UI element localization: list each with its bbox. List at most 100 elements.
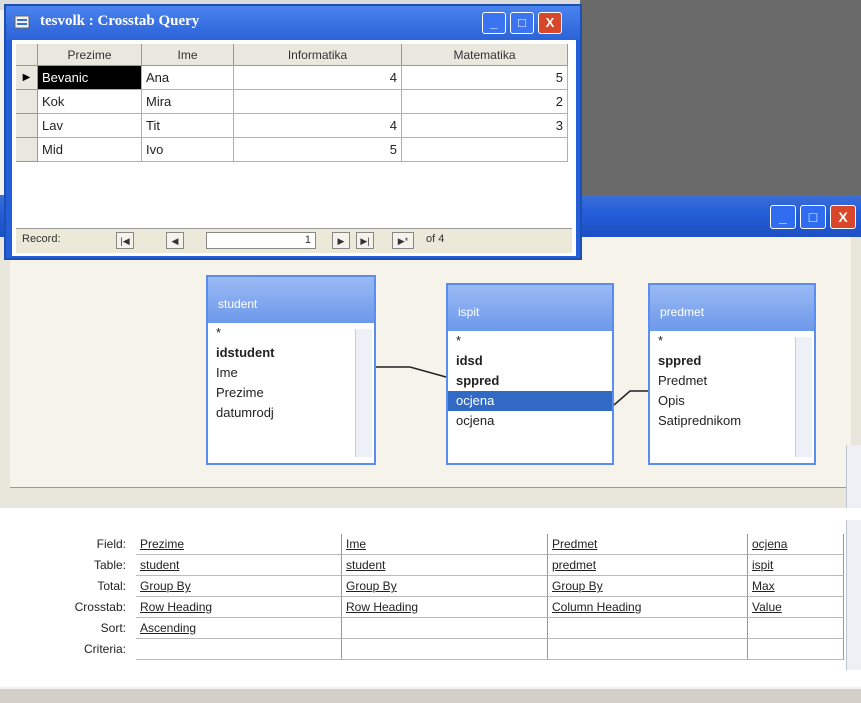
qbe-criteria-cell[interactable] bbox=[548, 639, 748, 660]
field-list-title[interactable]: predmet bbox=[650, 285, 814, 331]
first-record-button[interactable]: |◀ bbox=[116, 232, 134, 249]
pane-splitter[interactable] bbox=[0, 689, 861, 703]
crosstab-datasheet-window: tesvolk : Crosstab Query _ □ X Prezime I… bbox=[4, 4, 582, 260]
minimize-button[interactable]: _ bbox=[770, 205, 796, 229]
record-label: Record: bbox=[22, 233, 61, 245]
close-button[interactable]: X bbox=[538, 12, 562, 34]
field-item[interactable]: idstudent bbox=[208, 343, 374, 363]
qbe-crosstab-cell[interactable]: Value bbox=[748, 597, 844, 618]
field-item[interactable]: ocjena bbox=[448, 411, 612, 431]
datasheet-cell[interactable]: Kok bbox=[38, 90, 142, 114]
datasheet-cell[interactable]: Mira bbox=[142, 90, 234, 114]
qbe-table-cell[interactable]: ispit bbox=[748, 555, 844, 576]
qbe-row-label: Sort: bbox=[100, 621, 126, 635]
record-navigation-bar: Record: |◀ ◀ 1 ▶ ▶| ▶* of 4 bbox=[16, 228, 572, 253]
field-item[interactable]: Prezime bbox=[208, 383, 374, 403]
minimize-button[interactable]: _ bbox=[482, 12, 506, 34]
column-header[interactable]: Prezime bbox=[38, 44, 142, 66]
qbe-crosstab-cell[interactable]: Row Heading bbox=[342, 597, 548, 618]
qbe-row-label: Crosstab: bbox=[74, 600, 126, 614]
qbe-field-cell[interactable]: Prezime bbox=[136, 534, 342, 555]
field-item-selected[interactable]: ocjena bbox=[448, 391, 612, 411]
qbe-vertical-scrollbar[interactable] bbox=[846, 520, 861, 670]
field-item[interactable]: Satiprednikom bbox=[650, 411, 814, 431]
datasheet-cell[interactable]: Ana bbox=[142, 66, 234, 90]
qbe-crosstab-cell[interactable]: Row Heading bbox=[136, 597, 342, 618]
datasheet-cell[interactable] bbox=[234, 90, 402, 114]
field-item[interactable]: Ime bbox=[208, 363, 374, 383]
crosstab-window-title: tesvolk : Crosstab Query bbox=[40, 13, 200, 29]
datasheet-cell[interactable]: 3 bbox=[402, 114, 568, 138]
record-selector[interactable] bbox=[16, 114, 38, 138]
current-record-input[interactable]: 1 bbox=[206, 232, 316, 249]
query-icon bbox=[14, 15, 30, 29]
qbe-sort-cell[interactable] bbox=[342, 618, 548, 639]
qbe-sort-cell[interactable] bbox=[748, 618, 844, 639]
qbe-field-cell[interactable]: Ime bbox=[342, 534, 548, 555]
datasheet-cell[interactable]: 4 bbox=[234, 66, 402, 90]
qbe-total-cell[interactable]: Group By bbox=[548, 576, 748, 597]
qbe-row-label: Total: bbox=[97, 579, 126, 593]
datasheet-cell[interactable]: 2 bbox=[402, 90, 568, 114]
qbe-field-cell[interactable]: Predmet bbox=[548, 534, 748, 555]
next-record-button[interactable]: ▶ bbox=[332, 232, 350, 249]
datasheet-cell[interactable]: 4 bbox=[234, 114, 402, 138]
field-item[interactable]: * bbox=[448, 331, 612, 351]
qbe-sort-cell[interactable]: Ascending bbox=[136, 618, 342, 639]
qbe-row-label: Field: bbox=[96, 537, 126, 551]
record-count: of 4 bbox=[426, 233, 445, 245]
qbe-total-cell[interactable]: Max bbox=[748, 576, 844, 597]
field-list-predmet[interactable]: predmet * sppred Predmet Opis Satipredni… bbox=[648, 283, 816, 465]
datasheet-cell[interactable]: Lav bbox=[38, 114, 142, 138]
field-item[interactable]: Opis bbox=[650, 391, 814, 411]
qbe-table-cell[interactable]: student bbox=[342, 555, 548, 576]
column-header[interactable]: Informatika bbox=[234, 44, 402, 66]
field-item[interactable]: sppred bbox=[650, 351, 814, 371]
record-selector[interactable] bbox=[16, 90, 38, 114]
field-list-ispit[interactable]: ispit * idsd sppred ocjena ocjena bbox=[446, 283, 614, 465]
qbe-criteria-cell[interactable] bbox=[136, 639, 342, 660]
qbe-criteria-cell[interactable] bbox=[342, 639, 548, 660]
datasheet-cell[interactable]: Bevanic bbox=[38, 66, 142, 90]
qbe-total-cell[interactable]: Group By bbox=[342, 576, 548, 597]
datasheet-cell[interactable] bbox=[402, 138, 568, 162]
qbe-row-label: Criteria: bbox=[83, 642, 126, 656]
field-list-title[interactable]: student bbox=[208, 277, 374, 323]
qbe-table-cell[interactable]: student bbox=[136, 555, 342, 576]
select-all-corner[interactable] bbox=[16, 44, 38, 66]
datasheet-cell[interactable]: 5 bbox=[402, 66, 568, 90]
field-item[interactable]: sppred bbox=[448, 371, 612, 391]
datasheet-cell[interactable]: 5 bbox=[234, 138, 402, 162]
record-selector[interactable] bbox=[16, 138, 38, 162]
app-workspace-background bbox=[580, 0, 861, 195]
field-list-scrollbar[interactable] bbox=[795, 337, 812, 457]
qbe-row-label: Table: bbox=[93, 558, 126, 572]
field-item[interactable]: idsd bbox=[448, 351, 612, 371]
maximize-button[interactable]: □ bbox=[800, 205, 826, 229]
close-button[interactable]: X bbox=[830, 205, 856, 229]
field-item[interactable]: * bbox=[208, 323, 374, 343]
datasheet-cell[interactable]: Ivo bbox=[142, 138, 234, 162]
qbe-field-cell[interactable]: ocjena bbox=[748, 534, 844, 555]
qbe-total-cell[interactable]: Group By bbox=[136, 576, 342, 597]
field-list-title[interactable]: ispit bbox=[448, 285, 612, 331]
record-selector[interactable]: ▶ bbox=[16, 66, 38, 90]
column-header[interactable]: Matematika bbox=[402, 44, 568, 66]
qbe-criteria-cell[interactable] bbox=[748, 639, 844, 660]
field-item[interactable]: * bbox=[650, 331, 814, 351]
previous-record-button[interactable]: ◀ bbox=[166, 232, 184, 249]
new-record-button[interactable]: ▶* bbox=[392, 232, 414, 249]
qbe-crosstab-cell[interactable]: Column Heading bbox=[548, 597, 748, 618]
field-list-scrollbar[interactable] bbox=[355, 329, 372, 457]
datasheet-cell[interactable]: Mid bbox=[38, 138, 142, 162]
crosstab-window-titlebar[interactable]: tesvolk : Crosstab Query _ □ X bbox=[6, 6, 580, 40]
field-item[interactable]: datumrodj bbox=[208, 403, 374, 423]
last-record-button[interactable]: ▶| bbox=[356, 232, 374, 249]
qbe-sort-cell[interactable] bbox=[548, 618, 748, 639]
column-header[interactable]: Ime bbox=[142, 44, 234, 66]
field-item[interactable]: Predmet bbox=[650, 371, 814, 391]
field-list-student[interactable]: student * idstudent Ime Prezime datumrod… bbox=[206, 275, 376, 465]
maximize-button[interactable]: □ bbox=[510, 12, 534, 34]
datasheet-cell[interactable]: Tit bbox=[142, 114, 234, 138]
qbe-table-cell[interactable]: predmet bbox=[548, 555, 748, 576]
